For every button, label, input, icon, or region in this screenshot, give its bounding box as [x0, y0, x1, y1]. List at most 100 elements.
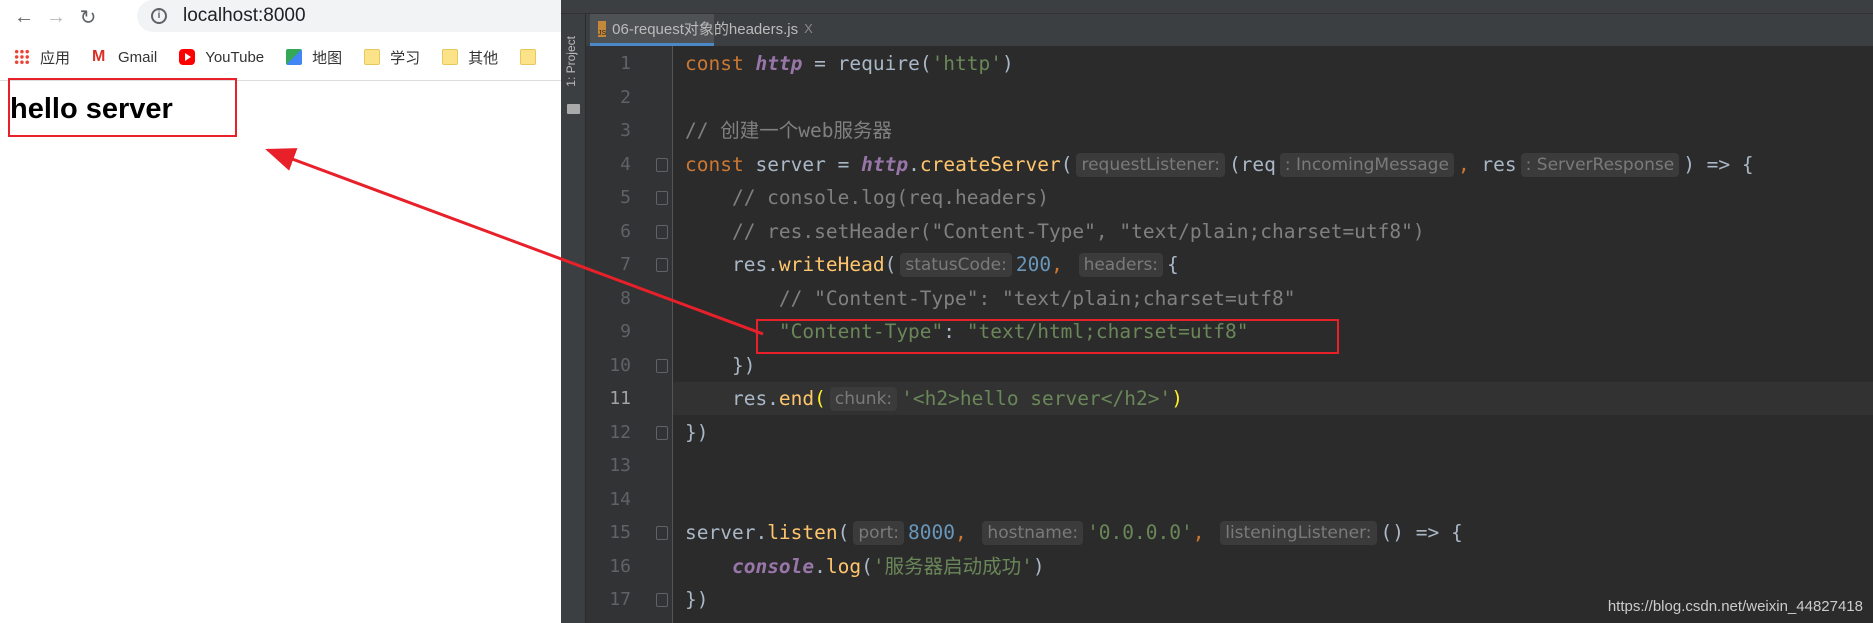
editor-tab-bar: JS 06-request对象的headers.js X [586, 14, 1873, 46]
folder-icon[interactable] [567, 104, 580, 114]
code-token: ( [884, 253, 897, 276]
info-icon[interactable]: i [151, 8, 167, 24]
forward-arrow-icon[interactable]: → [40, 6, 72, 29]
fold-marker-icon[interactable] [656, 526, 668, 540]
code-line: }) [685, 416, 708, 449]
fold-marker-icon[interactable] [656, 258, 668, 272]
line-number: 15 [609, 522, 631, 543]
fold-marker-icon[interactable] [656, 593, 668, 607]
bookmark-label: 应用 [40, 49, 71, 67]
bookmark-study[interactable]: 学习 [364, 47, 420, 68]
code-token: ( [837, 521, 850, 544]
code-line: // res.setHeader("Content-Type", "text/p… [685, 215, 1425, 248]
code-line: server.listen(port: 8000, hostname: '0.0.0… [685, 516, 1463, 549]
reload-icon[interactable]: ↻ [72, 5, 104, 30]
code-token: }) [685, 420, 709, 444]
close-tab-icon[interactable]: X [804, 21, 813, 36]
back-arrow-icon[interactable]: ← [8, 6, 40, 29]
fold-marker-icon[interactable] [656, 425, 668, 440]
line-number: 4 [620, 153, 631, 175]
code-line: const server = http.createServer(request… [685, 148, 1754, 181]
code-token: () => { [1380, 521, 1463, 544]
bookmark-other[interactable]: 其他 [442, 47, 498, 68]
code-token: // "Content-Type": "text/plain;charset=u… [685, 286, 1296, 310]
code-token: , [1051, 253, 1075, 276]
bookmark-label: Gmail [118, 48, 158, 66]
tab-headers-js[interactable]: JS 06-request对象的headers.js X [590, 14, 813, 46]
code-token: . [814, 554, 826, 578]
line-number: 8 [620, 287, 631, 309]
ide-window: 1: Project JS 06-request对象的headers.js X … [561, 0, 1873, 623]
code-token: createServer [919, 152, 1061, 176]
fold-marker-icon[interactable] [656, 358, 668, 373]
code-token: ) => { [1683, 152, 1754, 176]
code-token: // console.log(req.headers) [685, 186, 1049, 209]
code-token: }) [685, 353, 756, 377]
parameter-hint: : ServerResponse [1520, 152, 1680, 177]
fold-marker-icon[interactable] [656, 224, 668, 239]
project-tool-button[interactable]: 1: Project [564, 36, 578, 87]
bookmark-apps[interactable]: 应用 [14, 47, 70, 68]
bookmark-maps[interactable]: 地图 [286, 47, 342, 68]
code-token: , [1457, 152, 1482, 176]
parameter-hint: port: [853, 521, 904, 545]
line-number: 13 [609, 455, 631, 476]
line-number: 7 [620, 254, 631, 275]
url-text: localhost:8000 [183, 5, 306, 26]
code-token: // 创建一个web服务器 [685, 119, 892, 142]
code-line: const http = require('http') [685, 47, 1014, 80]
address-bar[interactable]: i localhost:8000 [137, 0, 577, 32]
code-token: { [1167, 253, 1179, 276]
code-token: http [861, 152, 909, 176]
bookmark-label: 其他 [468, 49, 499, 67]
bookmarks-bar: 应用 M Gmail YouTube 地图 学习 其他 [14, 42, 561, 72]
bookmark-more[interactable] [520, 49, 546, 65]
code-token: http [755, 52, 803, 75]
youtube-icon [179, 49, 196, 65]
annotation-box-output [8, 78, 237, 137]
code-token: ) [1171, 387, 1183, 410]
folder-icon [520, 49, 537, 65]
project-tool-strip: 1: Project [561, 14, 586, 623]
parameter-hint: chunk: [829, 387, 898, 411]
bookmark-youtube[interactable]: YouTube [179, 49, 264, 66]
gmail-icon: M [92, 48, 106, 65]
code-token: ( [861, 554, 873, 578]
code-token: // res.setHeader("Content-Type", "text/p… [685, 219, 1425, 243]
code-token: 8000 [907, 521, 955, 544]
code-token: ( [814, 387, 826, 410]
parameter-hint: : IncomingMessage [1279, 152, 1454, 177]
code-token: log [825, 554, 862, 578]
bookmark-gmail[interactable]: M Gmail [92, 49, 157, 66]
code-line: // "Content-Type": "text/plain;charset=u… [685, 282, 1296, 315]
code-token: . [908, 152, 920, 176]
code-token: res. [685, 387, 779, 410]
code-token: , [954, 521, 979, 544]
ide-navbar [561, 0, 1873, 14]
line-number: 2 [620, 86, 631, 108]
code-line: res.end(chunk: '<h2>hello server</h2>') [685, 382, 1183, 415]
line-number: 14 [609, 488, 631, 510]
code-token: writeHead [778, 253, 885, 276]
code-token: '0.0.0.0' [1087, 521, 1193, 544]
apps-grid-icon [14, 49, 30, 65]
line-number: 9 [620, 321, 631, 342]
fold-marker-icon[interactable] [656, 157, 668, 172]
bookmark-label: 学习 [390, 49, 421, 67]
parameter-hint: requestListener: [1076, 152, 1225, 177]
code-line: res.writeHead(statusCode: 200, headers:{ [685, 248, 1179, 281]
line-number: 6 [620, 220, 631, 242]
code-token: const [685, 152, 756, 176]
code-token: listen [767, 521, 838, 544]
code-token: = require( [802, 52, 932, 75]
fold-marker-icon[interactable] [656, 191, 668, 205]
code-line: console.log('服务器启动成功') [685, 550, 1045, 583]
watermark: https://blog.csdn.net/weixin_44827418 [1607, 598, 1863, 615]
parameter-hint: statusCode: [900, 253, 1012, 277]
line-number-gutter: 1 2 3 4 5 6 7 8 9 10 11 12 13 14 15 16 17 [586, 46, 673, 623]
code-line: }) [685, 583, 708, 616]
code-token: console [731, 554, 815, 578]
code-token: ) [1002, 52, 1014, 75]
line-number: 17 [609, 589, 631, 610]
